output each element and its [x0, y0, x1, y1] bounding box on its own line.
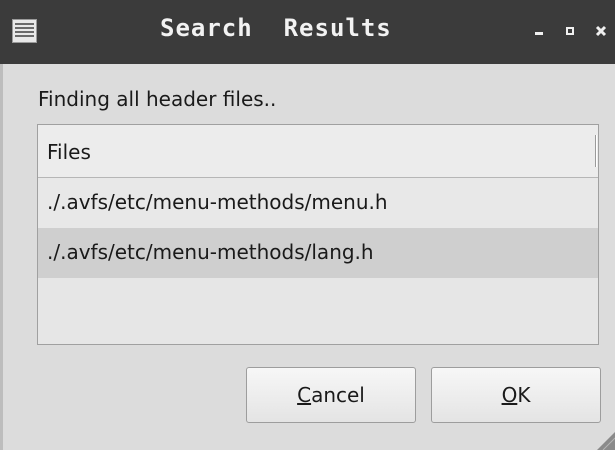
ok-label: K: [517, 383, 531, 407]
file-path: ./.avfs/etc/menu-methods/lang.h: [47, 240, 374, 264]
window-border: [0, 64, 3, 450]
search-results-window: Search Results Finding all header files.…: [0, 0, 615, 450]
maximize-icon[interactable]: [561, 18, 583, 42]
list-item[interactable]: ./.avfs/etc/menu-methods/menu.h: [38, 178, 598, 228]
ok-mnemonic: O: [501, 383, 518, 407]
list-item-selected[interactable]: ./.avfs/etc/menu-methods/lang.h: [38, 228, 598, 278]
close-icon[interactable]: [592, 18, 614, 42]
file-path: ./.avfs/etc/menu-methods/menu.h: [47, 190, 388, 214]
status-message: Finding all header files..: [38, 87, 277, 111]
files-list[interactable]: Files ./.avfs/etc/menu-methods/menu.h ./…: [37, 124, 599, 345]
minimize-icon[interactable]: [530, 18, 552, 42]
column-resize-handle[interactable]: [595, 135, 597, 167]
window-title: Search Results: [160, 14, 392, 42]
resize-grip-icon[interactable]: [593, 428, 615, 450]
cancel-button[interactable]: Cancel: [246, 367, 416, 423]
window-menu-icon[interactable]: [12, 19, 37, 43]
list-header[interactable]: Files: [38, 125, 598, 178]
cancel-label: ancel: [311, 383, 365, 407]
ok-button[interactable]: OK: [431, 367, 601, 423]
title-bar[interactable]: Search Results: [0, 0, 615, 64]
cancel-mnemonic: C: [297, 383, 312, 407]
files-column-header[interactable]: Files: [47, 140, 91, 164]
